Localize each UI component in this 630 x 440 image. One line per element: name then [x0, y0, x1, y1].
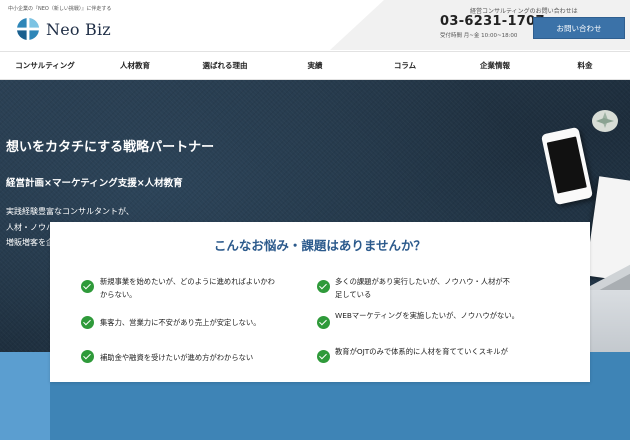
- worry-item: 教育がOJTのみで体系的に人材を育てていくスキルが: [335, 346, 508, 359]
- nav-item-column[interactable]: コラム: [360, 52, 450, 79]
- site-logo[interactable]: Neo Biz: [16, 16, 111, 42]
- contact-button[interactable]: お問い合わせ: [533, 17, 625, 39]
- worry-item-line: 足している: [335, 289, 372, 299]
- check-icon: [81, 316, 94, 329]
- worry-item: 集客力、営業力に不安があり売上が安定しない。: [100, 317, 261, 330]
- phone-number[interactable]: 03-6231-1707: [440, 14, 545, 29]
- hero-title: 想いをカタチにする戦略パートナー: [6, 140, 215, 155]
- nav-item-training[interactable]: 人材教育: [90, 52, 180, 79]
- logo-mark-icon: [16, 17, 40, 41]
- check-icon: [317, 280, 330, 293]
- worry-item-line: 新規事業を始めたいが、どのように進めればよいかわ: [100, 277, 275, 286]
- global-nav: コンサルティング 人材教育 選ばれる理由 実績 コラム 企業情報 料金: [0, 51, 630, 80]
- nav-item-consulting[interactable]: コンサルティング: [0, 52, 90, 79]
- nav-item-company[interactable]: 企業情報: [450, 52, 540, 79]
- nav-item-pricing[interactable]: 料金: [540, 52, 630, 79]
- worry-item-line: からない。: [100, 289, 137, 299]
- succulent-plant-image: [590, 108, 620, 134]
- nav-item-reasons[interactable]: 選ばれる理由: [180, 52, 270, 79]
- site-tagline: 中小企業の『NEO（新しい挑戦）』に伴走する: [8, 6, 112, 12]
- worries-title: こんなお悩み・課題はありませんか？: [213, 238, 427, 253]
- check-icon: [317, 316, 330, 329]
- worry-item-line: WEBマーケティングを実施したいが、ノウハウがない。: [335, 311, 519, 320]
- smartphone-screen: [546, 136, 587, 194]
- worry-item-line: 集客力、営業力に不安があり売上が安定しない。: [100, 318, 261, 327]
- logo-text: Neo Biz: [46, 19, 111, 39]
- worry-item: 多くの課題があり実行したいが、ノウハウ・人材が不 足している: [335, 276, 510, 301]
- worry-item: 新規事業を始めたいが、どのように進めればよいかわ からない。: [100, 276, 275, 301]
- check-icon: [317, 350, 330, 363]
- check-icon: [81, 350, 94, 363]
- worry-item-line: 補助金や融資を受けたいが進め方がわからない: [100, 353, 254, 362]
- hero-description-line: 実践経験豊富なコンサルタントが、: [6, 207, 134, 216]
- worry-item: 補助金や融資を受けたいが進め方がわからない: [100, 352, 253, 365]
- section-background-band-left: [0, 352, 50, 440]
- site-header: 中小企業の『NEO（新しい挑戦）』に伴走する Neo Biz 経営コンサルティン…: [0, 0, 630, 50]
- worry-item-line: 教育がOJTのみで体系的に人材を育てていくスキルが: [335, 347, 508, 356]
- check-icon: [81, 280, 94, 293]
- worries-card: こんなお悩み・課題はありませんか？ 新規事業を始めたいが、どのように進めればよい…: [50, 222, 590, 382]
- worry-item-line: 多くの課題があり実行したいが、ノウハウ・人材が不: [335, 277, 510, 286]
- worry-item: WEBマーケティングを実施したいが、ノウハウがない。: [335, 310, 519, 323]
- business-hours: 受付時間 月~金 10:00~18:00: [440, 33, 518, 39]
- nav-item-results[interactable]: 実績: [270, 52, 360, 79]
- hero-subtitle: 経営計画×マーケティング支援×人材教育: [6, 178, 183, 189]
